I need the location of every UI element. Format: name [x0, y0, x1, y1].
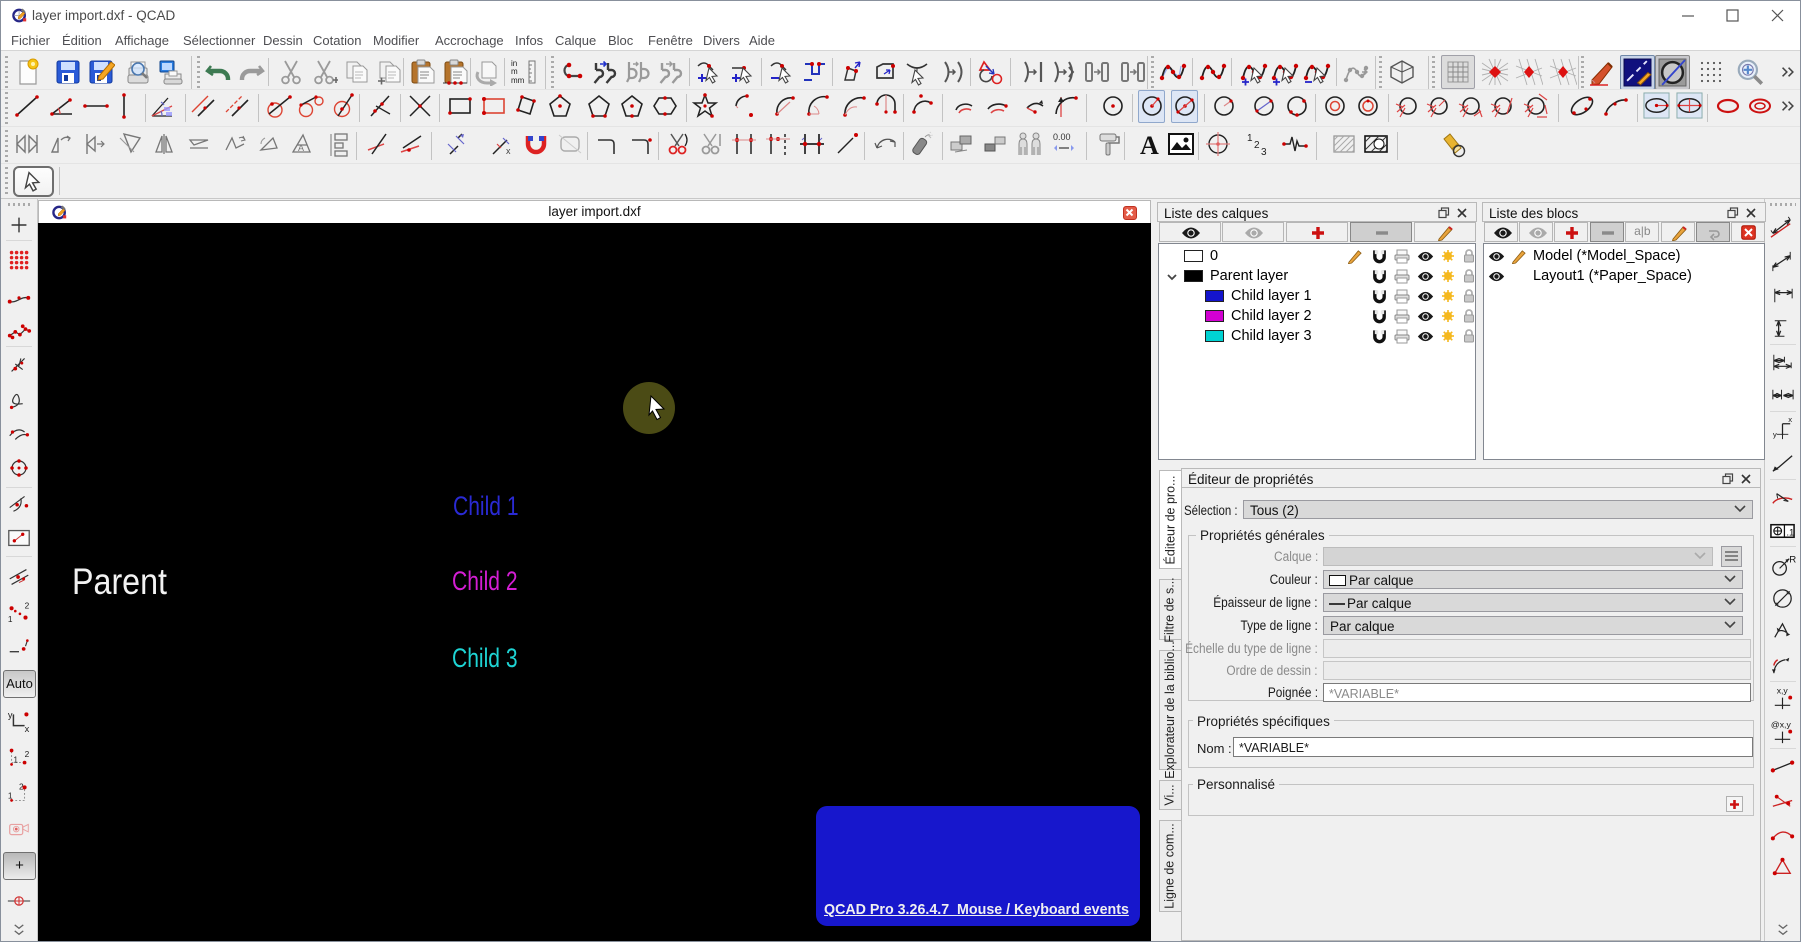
svg-text:1: 1 — [8, 791, 13, 801]
svg-text:1: 1 — [8, 614, 13, 624]
svg-text:.1: .1 — [1786, 527, 1794, 538]
svg-text:y: y — [1773, 430, 1777, 439]
svg-text:1: 1 — [13, 755, 18, 765]
svg-text:m: m — [511, 67, 518, 76]
svg-text:1: 1 — [1247, 133, 1253, 144]
svg-text:mm: mm — [511, 76, 525, 85]
svg-text:@x,y: @x,y — [1771, 720, 1792, 730]
svg-text:2: 2 — [25, 749, 30, 759]
svg-text:3: 3 — [1261, 147, 1267, 158]
svg-text:x: x — [1788, 416, 1792, 424]
svg-text:x,y: x,y — [1777, 686, 1789, 696]
svg-text:x: x — [506, 146, 511, 156]
svg-text:y: y — [8, 710, 13, 720]
svg-text:0.00: 0.00 — [1053, 132, 1071, 142]
svg-text:A: A — [1140, 131, 1159, 158]
svg-text:2: 2 — [1254, 140, 1260, 151]
svg-text:x: x — [25, 724, 30, 733]
svg-text:A: A — [298, 143, 304, 153]
svg-text:2: 2 — [25, 600, 30, 610]
svg-text:R: R — [1789, 555, 1796, 566]
